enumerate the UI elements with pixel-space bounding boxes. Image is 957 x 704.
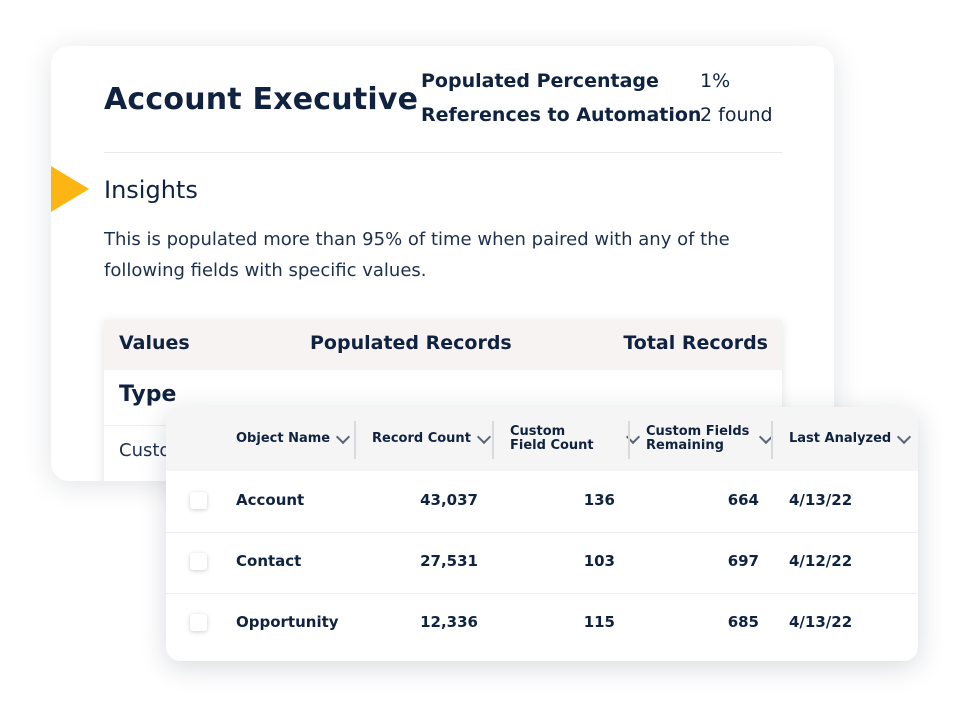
object-name-cell: Opportunity xyxy=(236,613,339,631)
table-row: Account 43,037 136 664 4/13/22 xyxy=(166,471,918,533)
table-row: Contact 27,531 103 697 4/12/22 xyxy=(166,532,918,594)
last-analyzed-cell: 4/12/22 xyxy=(789,552,853,570)
insights-description: This is populated more than 95% of time … xyxy=(104,229,730,281)
row-checkbox[interactable] xyxy=(190,614,207,631)
populated-records-column-header: Populated Records xyxy=(310,332,512,354)
chevron-down-icon[interactable] xyxy=(476,429,491,444)
table-row: Opportunity 12,336 115 685 4/13/22 xyxy=(166,593,918,654)
insights-heading: Insights xyxy=(104,176,198,204)
custom-fields-remaining-cell: 697 xyxy=(727,552,759,570)
section-divider xyxy=(104,152,782,153)
record-count-column-header[interactable]: Record Count xyxy=(372,407,491,471)
custom-field-count-header-label: Custom Field Count xyxy=(510,424,594,453)
last-analyzed-cell: 4/13/22 xyxy=(789,613,853,631)
type-group-label: Type xyxy=(119,382,177,407)
custom-fields-remaining-header-label: Custom Fields Remaining xyxy=(646,424,750,453)
references-to-automation-value: 2 found xyxy=(700,104,773,126)
last-analyzed-column-header[interactable]: Last Analyzed xyxy=(789,407,912,471)
chevron-down-icon[interactable] xyxy=(897,429,912,444)
custom-field-count-cell: 136 xyxy=(583,491,615,509)
column-separator xyxy=(354,421,356,459)
object-name-cell: Contact xyxy=(236,552,302,570)
column-separator xyxy=(771,421,773,459)
object-name-column-header[interactable]: Object Name xyxy=(236,407,351,471)
custom-field-count-column-header[interactable]: Custom Field Count xyxy=(510,407,640,471)
record-count-cell: 43,037 xyxy=(420,491,478,509)
objects-table-card: Object Name Record Count Custom Field Co… xyxy=(166,407,918,661)
values-column-header: Values xyxy=(119,332,190,354)
objects-table-header: Object Name Record Count Custom Field Co… xyxy=(166,407,918,471)
custom-fields-remaining-column-header[interactable]: Custom Fields Remaining xyxy=(646,407,774,471)
row-checkbox[interactable] xyxy=(190,492,207,509)
column-separator xyxy=(492,421,494,459)
custom-fields-remaining-cell: 664 xyxy=(727,491,759,509)
row-checkbox[interactable] xyxy=(190,553,207,570)
object-name-header-label: Object Name xyxy=(236,431,331,446)
chevron-down-icon[interactable] xyxy=(336,429,351,444)
custom-field-count-cell: 115 xyxy=(583,613,615,631)
last-analyzed-cell: 4/13/22 xyxy=(789,491,853,509)
populated-percentage-value: 1% xyxy=(700,70,731,92)
record-count-cell: 27,531 xyxy=(420,552,478,570)
column-separator xyxy=(628,421,630,459)
custom-fields-remaining-cell: 685 xyxy=(727,613,759,631)
page-title: Account Executive xyxy=(104,82,419,117)
value-cell: Custo xyxy=(119,440,171,461)
object-name-cell: Account xyxy=(236,491,305,509)
populated-percentage-label: Populated Percentage xyxy=(421,70,659,92)
record-count-header-label: Record Count xyxy=(372,431,471,446)
record-count-cell: 12,336 xyxy=(420,613,478,631)
custom-field-count-cell: 103 xyxy=(583,552,615,570)
total-records-column-header: Total Records xyxy=(623,332,768,354)
last-analyzed-header-label: Last Analyzed xyxy=(789,431,892,446)
references-to-automation-label: References to Automation xyxy=(421,104,702,126)
insights-pointer-icon xyxy=(51,166,89,212)
values-table-header: Values Populated Records Total Records xyxy=(104,320,782,370)
